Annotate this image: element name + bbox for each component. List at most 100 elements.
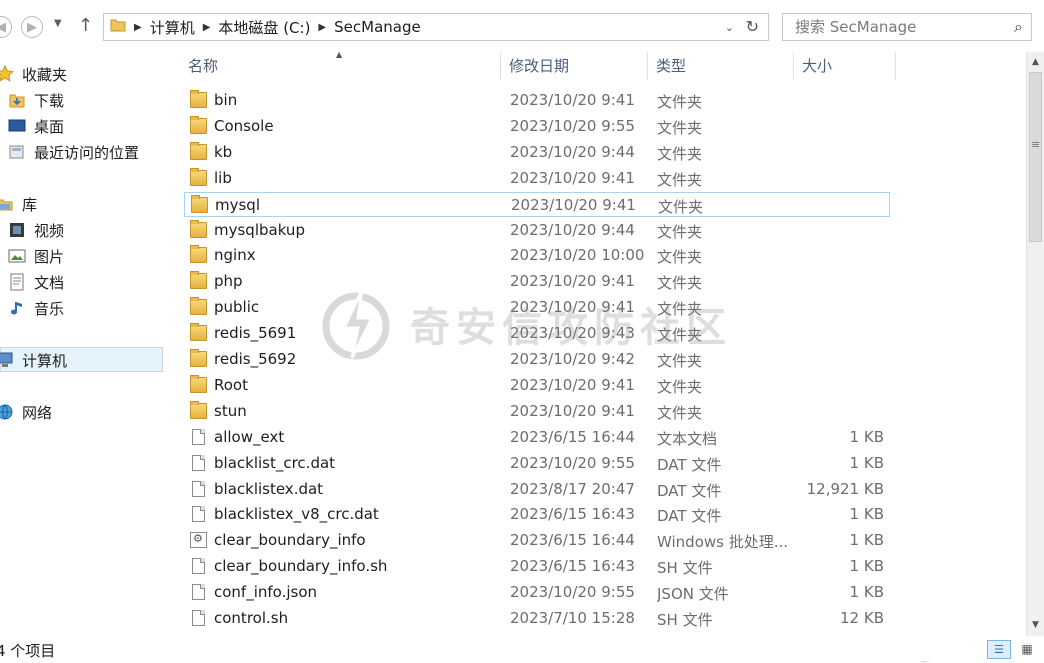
file-name: public bbox=[214, 298, 260, 317]
file-row[interactable]: control.sh 2023/7/10 15:28 SH 文件 12 KB bbox=[184, 606, 890, 631]
vertical-scrollbar[interactable]: ▲ ▼ bbox=[1026, 52, 1044, 636]
file-type: 文件夹 bbox=[657, 118, 703, 137]
file-row[interactable]: bin 2023/10/20 9:41 文件夹 bbox=[184, 88, 890, 113]
file-name: kb bbox=[214, 142, 233, 161]
chevron-right-icon[interactable]: ▶ bbox=[134, 22, 142, 33]
file-date: 2023/6/15 16:44 bbox=[510, 427, 635, 446]
chevron-right-icon[interactable]: ▶ bbox=[203, 22, 211, 33]
refresh-icon[interactable]: ↻ bbox=[746, 17, 759, 36]
file-type: 文件夹 bbox=[657, 352, 703, 370]
file-type: DAT 文件 bbox=[657, 507, 722, 526]
file-date: 2023/10/20 9:41 bbox=[510, 91, 635, 109]
file-row[interactable]: redis_5691 2023/10/20 9:43 文件夹 bbox=[184, 321, 890, 346]
file-name: bin bbox=[214, 91, 238, 109]
address-bar[interactable]: ▶ 计算机 ▶ 本地磁盘 (C:) ▶ SecManage ⌄ ↻ bbox=[103, 13, 769, 41]
chevron-right-icon[interactable]: ▶ bbox=[318, 22, 326, 33]
nav-item-network[interactable]: 网络 bbox=[0, 400, 52, 424]
file-row[interactable]: blacklist_crc.dat 2023/10/20 9:55 DAT 文件 1 … bbox=[184, 451, 890, 476]
folder-icon bbox=[190, 271, 207, 290]
file-name: redis_5691 bbox=[214, 324, 297, 343]
computer-icon bbox=[0, 351, 16, 369]
file-row[interactable]: nginx 2023/10/20 10:00 文件夹 bbox=[184, 243, 890, 268]
file-name: clear_boundary_info.sh bbox=[214, 557, 388, 576]
folder-icon bbox=[190, 374, 207, 393]
file-name: lib bbox=[214, 168, 232, 187]
file-type: 文件夹 bbox=[657, 93, 703, 111]
file-date: 2023/10/20 9:44 bbox=[510, 220, 635, 239]
file-type: 文件夹 bbox=[657, 248, 703, 267]
file-row[interactable]: mysql 2023/10/20 9:41 文件夹 bbox=[184, 191, 890, 217]
recent-places-icon bbox=[8, 143, 28, 161]
file-date: 2023/10/20 9:43 bbox=[510, 324, 635, 343]
column-header-name[interactable]: 名称 bbox=[180, 52, 501, 80]
file-row[interactable]: clear_boundary_info 2023/6/15 16:44 Window… bbox=[184, 528, 890, 553]
file-icon bbox=[192, 610, 205, 626]
column-header-size[interactable]: 大小 bbox=[794, 52, 896, 80]
folder-icon bbox=[190, 400, 207, 419]
folder-icon bbox=[190, 167, 207, 186]
nav-item-desktop[interactable]: 桌面 bbox=[8, 114, 64, 138]
breadcrumb-local-disk[interactable]: 本地磁盘 (C:) bbox=[218, 17, 310, 38]
scroll-thumb[interactable] bbox=[1029, 72, 1042, 242]
nav-item-documents[interactable]: 文档 bbox=[8, 270, 64, 294]
forward-button[interactable]: ▶ bbox=[21, 16, 43, 38]
nav-item-favorites[interactable]: 收藏夹 bbox=[0, 62, 67, 86]
file-type: Windows 批处理... bbox=[657, 533, 789, 552]
file-type: JSON 文件 bbox=[657, 585, 729, 604]
file-type: 文件夹 bbox=[657, 326, 703, 345]
file-type: 文件夹 bbox=[657, 222, 703, 241]
file-row[interactable]: public 2023/10/20 9:41 文件夹 bbox=[184, 295, 890, 320]
file-name: allow_ext bbox=[214, 427, 285, 446]
file-type: 文件夹 bbox=[657, 170, 703, 189]
scroll-down-icon[interactable]: ▼ bbox=[1027, 617, 1044, 634]
downloads-folder-icon bbox=[8, 91, 28, 109]
nav-item-music[interactable]: 音乐 bbox=[8, 296, 64, 320]
file-row[interactable]: mysqlbakup 2023/10/20 9:44 文件夹 bbox=[184, 218, 890, 243]
file-type: 文件夹 bbox=[657, 300, 703, 319]
file-row[interactable]: blacklistex.dat 2023/8/17 20:47 DAT 文件 12,9… bbox=[184, 477, 890, 502]
nav-item-libraries[interactable]: 库 bbox=[0, 192, 37, 216]
file-row[interactable]: allow_ext 2023/6/15 16:44 文本文档 1 KB bbox=[184, 425, 890, 450]
scroll-up-icon[interactable]: ▲ bbox=[1027, 54, 1044, 71]
large-icons-view-icon[interactable]: ▦ bbox=[1017, 640, 1037, 659]
file-date: 2023/7/10 15:28 bbox=[510, 609, 635, 627]
file-size: 1 KB bbox=[849, 583, 884, 602]
file-row[interactable]: clear_boundary_info.sh 2023/6/15 16:43 SH … bbox=[184, 554, 890, 579]
up-arrow-icon[interactable]: ↑ bbox=[78, 15, 93, 36]
column-header-type[interactable]: 类型 bbox=[648, 52, 794, 80]
file-row[interactable]: blacklistex_v8_crc.dat 2023/6/15 16:43 DAT… bbox=[184, 502, 890, 527]
file-row[interactable]: kb 2023/10/20 9:44 文件夹 bbox=[184, 140, 890, 165]
file-date: 2023/10/20 9:55 bbox=[510, 583, 635, 602]
breadcrumb-computer[interactable]: 计算机 bbox=[150, 17, 195, 38]
file-date: 2023/10/20 9:55 bbox=[510, 116, 635, 135]
nav-item-pictures[interactable]: 图片 bbox=[8, 244, 64, 268]
nav-item-videos[interactable]: 视频 bbox=[8, 218, 64, 242]
file-row[interactable]: redis_5692 2023/10/20 9:42 文件夹 bbox=[184, 347, 890, 372]
details-view-icon[interactable]: ☰ bbox=[987, 640, 1011, 659]
file-date: 2023/6/15 16:43 bbox=[510, 505, 635, 524]
nav-item-recent-places[interactable]: 最近访问的位置 bbox=[8, 140, 139, 164]
libraries-icon bbox=[0, 195, 16, 213]
file-name: redis_5692 bbox=[214, 350, 297, 368]
search-icon[interactable]: ⌕ bbox=[1014, 14, 1023, 40]
item-count: 4 个项目 bbox=[0, 642, 56, 660]
column-header-date[interactable]: 修改日期 bbox=[501, 52, 648, 80]
breadcrumb-secmanage[interactable]: SecManage bbox=[334, 18, 421, 36]
file-row[interactable]: Root 2023/10/20 9:41 文件夹 bbox=[184, 373, 890, 398]
file-row[interactable]: conf_info.json 2023/10/20 9:55 JSON 文件 1 KB bbox=[184, 580, 890, 605]
nav-item-downloads[interactable]: 下载 bbox=[8, 88, 64, 112]
folder-icon bbox=[191, 194, 208, 213]
file-row[interactable]: Console 2023/10/20 9:55 文件夹 bbox=[184, 114, 890, 139]
nav-item-computer[interactable]: 计算机 bbox=[0, 348, 67, 372]
search-input[interactable]: 搜索 SecManage ⌕ bbox=[782, 13, 1032, 41]
file-name: blacklistex.dat bbox=[214, 479, 324, 498]
file-date: 2023/10/20 9:41 bbox=[510, 401, 635, 420]
chevron-down-icon[interactable]: ⌄ bbox=[725, 21, 734, 34]
file-row[interactable]: stun 2023/10/20 9:41 文件夹 bbox=[184, 399, 890, 424]
recent-locations-dropdown[interactable]: ▼ bbox=[54, 18, 62, 29]
folder-icon bbox=[190, 245, 207, 264]
file-row[interactable]: php 2023/10/20 9:41 文件夹 bbox=[184, 269, 890, 294]
file-row[interactable]: lib 2023/10/20 9:41 文件夹 bbox=[184, 166, 890, 191]
back-button[interactable]: ◀ bbox=[0, 16, 12, 38]
folder-icon bbox=[190, 297, 207, 316]
